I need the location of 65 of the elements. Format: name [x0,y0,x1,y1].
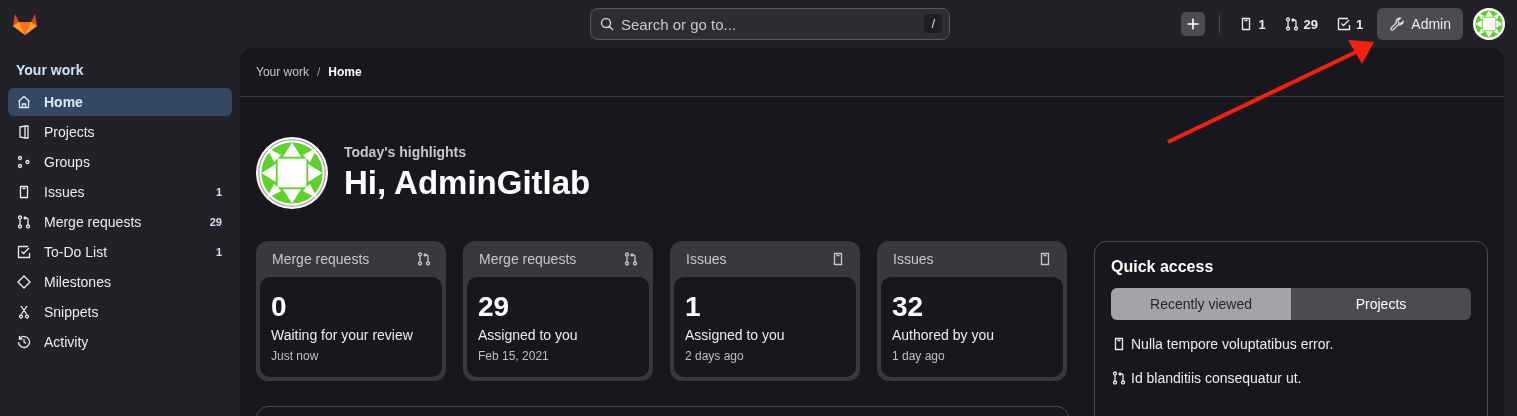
checkbox-icon [16,244,32,260]
card-time: Just now [271,349,320,363]
diamond-icon [16,274,32,290]
merge-request-icon [416,251,432,267]
card-title: Merge requests [479,251,577,267]
tab[interactable]: Projects [1291,288,1471,320]
wrench-icon [1389,16,1406,32]
stat-card[interactable]: Merge requests 29 Assigned to you Feb 15, 2021 [463,241,653,381]
history-icon [16,334,32,350]
avatar-icon [256,137,328,209]
card-time: 2 days ago [685,349,745,363]
sidebar-item[interactable]: Merge requests 29 [8,208,232,236]
card-value: 1 [685,291,702,323]
greeting-title: Hi, AdminGitlab [344,164,591,202]
home-icon [16,94,32,110]
circles-icon [16,154,32,170]
checkbox-icon [1336,16,1353,32]
merge-request-icon [1111,370,1127,386]
card-title: Issues [893,251,934,267]
card-value: 0 [271,291,288,323]
create-button[interactable] [1181,12,1206,36]
card-title: Merge requests [272,251,370,267]
admin-button[interactable]: Admin [1377,8,1463,40]
card-time: Feb 15, 2021 [478,349,550,363]
stat-card[interactable]: Merge requests 0 Waiting for your review Just now [256,241,446,381]
scissors-icon [16,304,32,320]
greeting-subtitle: Today's highlights [344,144,468,160]
breadcrumb-separator: / [316,65,321,79]
todo-counter[interactable]: 1 [1332,16,1368,32]
breadcrumb-link[interactable]: Your work [256,65,309,79]
card-label: Waiting for your review [271,327,414,343]
merge-request-icon [16,214,32,230]
breadcrumb-current: Home [328,65,362,79]
recent-item-link[interactable]: Nulla tempore voluptatibus error. [1111,336,1471,352]
tab[interactable]: Recently viewed [1111,288,1291,320]
sidebar-item[interactable]: Projects [8,118,232,146]
search-icon [599,16,615,32]
merge-request-icon [1283,16,1300,32]
avatar-icon[interactable] [1473,8,1505,40]
card-label: Authored by you [892,327,995,343]
stat-card[interactable]: Issues 32 Authored by you 1 day ago [877,241,1067,381]
shortcut-key: / [924,14,942,33]
card-value: 29 [478,291,511,323]
book-icon [16,124,32,140]
sidebar-item[interactable]: Activity [8,328,232,356]
stat-card[interactable]: Issues 1 Assigned to you 2 days ago [670,241,860,381]
sidebar-item[interactable]: Groups [8,148,232,176]
merge-request-icon [623,251,639,267]
sidebar-title: Your work [15,61,85,80]
card-value: 32 [892,291,925,323]
card-label: Assigned to you [685,327,786,343]
card-label: Assigned to you [478,327,579,343]
recent-item-link[interactable]: Id blanditiis consequatur ut. [1111,370,1471,386]
fox-logo-icon[interactable] [12,12,38,36]
card-title: Issues [686,251,727,267]
quick-access-title: Quick access [1111,258,1215,276]
card-time: 1 day ago [892,349,946,363]
sidebar-item[interactable]: Snippets [8,298,232,326]
sidebar-item[interactable]: Issues 1 [8,178,232,206]
issues-counter[interactable]: 1 [1234,16,1270,32]
sidebar-item[interactable]: Milestones [8,268,232,296]
sidebar-item[interactable]: To-Do List 1 [8,238,232,266]
sidebar-item[interactable]: Home [8,88,232,116]
merge-requests-counter[interactable]: 29 [1279,16,1323,32]
plus-icon [1185,16,1202,32]
